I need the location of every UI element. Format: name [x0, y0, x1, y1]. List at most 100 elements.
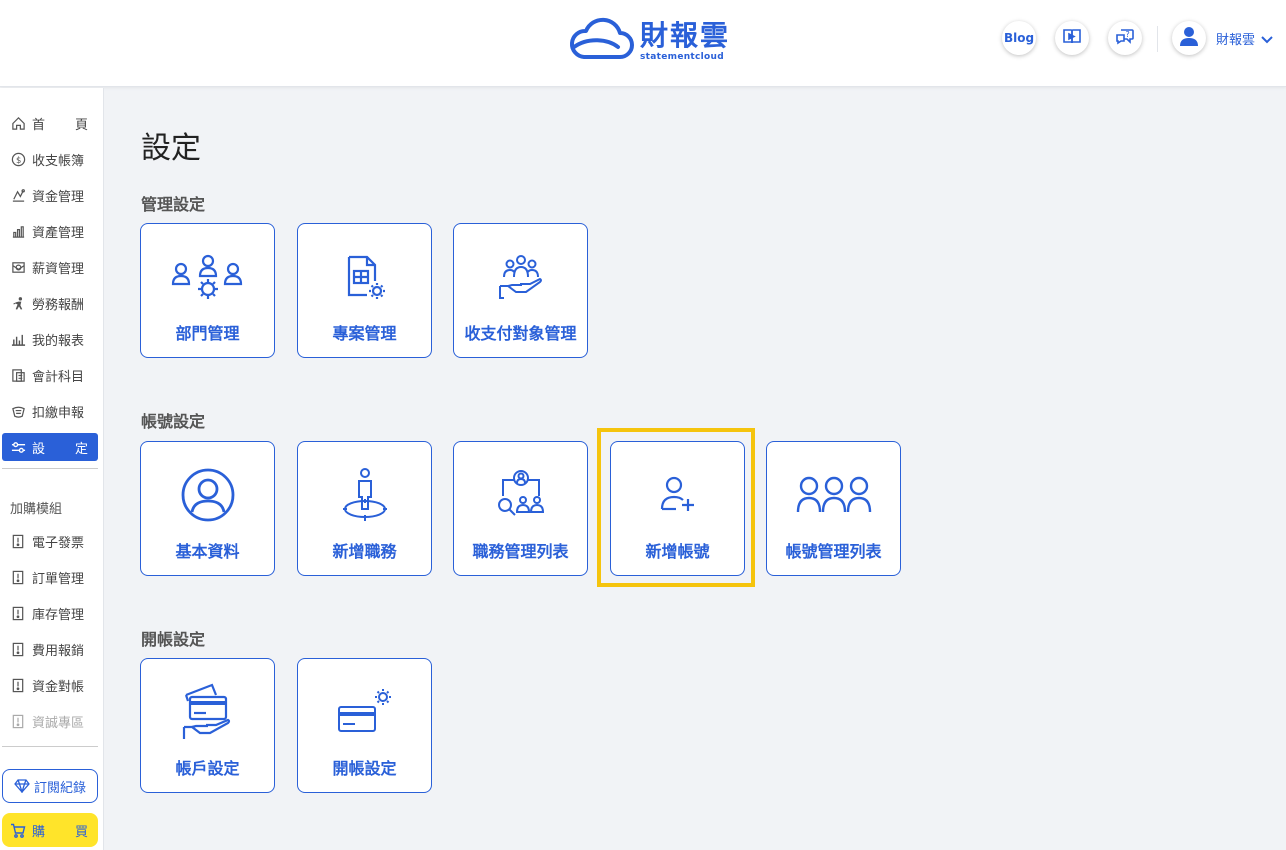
sidebar-item-label: 費用報銷: [32, 643, 85, 659]
sidebar-item-label: 資金管理: [32, 189, 85, 205]
sidebar-item-label: 我的報表: [32, 333, 85, 349]
add-role-icon: [298, 468, 431, 522]
role-list-icon: [454, 468, 587, 522]
account-card-icon: [141, 683, 274, 739]
module-icon: [10, 641, 26, 657]
sidebar-item-label: 收支帳簿: [32, 153, 85, 169]
card-basic-profile[interactable]: 基本資料: [140, 441, 275, 576]
card-account-list[interactable]: 帳號管理列表: [766, 441, 901, 576]
avatar: [1172, 21, 1206, 55]
sidebar-item-expenses[interactable]: 費用報銷: [2, 635, 98, 663]
sidebar-item-my-reports[interactable]: 我的報表: [2, 325, 98, 353]
sidebar-item-accounts[interactable]: 會計科目: [2, 361, 98, 389]
card-account-settings[interactable]: 帳戶設定: [140, 658, 275, 793]
logo-chinese: 財報雲: [640, 19, 731, 52]
department-icon: [141, 250, 274, 304]
profile-icon: [141, 468, 274, 522]
buy-button[interactable]: 購買: [2, 813, 98, 847]
sidebar-item-reconciliation[interactable]: 資金對帳: [2, 671, 98, 699]
sidebar-item-label: 設: [32, 441, 46, 457]
video-book-icon: [1062, 27, 1082, 49]
video-tutorial-button[interactable]: [1055, 21, 1089, 55]
sidebar-item-label: 資金對帳: [32, 679, 85, 695]
user-list-icon: [767, 468, 900, 522]
user-menu[interactable]: 財報雲: [1172, 21, 1273, 55]
funds-icon: [10, 187, 26, 203]
coin-icon: $: [10, 151, 26, 167]
sidebar-item-label: 頁: [74, 117, 88, 133]
sidebar-item-label: 定: [74, 441, 88, 457]
home-icon: [10, 115, 26, 131]
assets-icon: [10, 223, 26, 239]
withholding-icon: [10, 403, 26, 419]
sidebar-item-funds[interactable]: 資金管理: [2, 181, 98, 209]
subscription-history-button[interactable]: 訂閱紀錄: [2, 769, 98, 803]
buy-label: 買: [74, 824, 88, 840]
section-title-opening: 開帳設定: [141, 630, 206, 649]
logo-english: statementcloud: [640, 52, 724, 62]
card-department-management[interactable]: 部門管理: [140, 223, 275, 358]
top-header: 財報雲 statementcloud Blog ? 財報雲: [0, 0, 1286, 87]
card-label: 帳戶設定: [175, 759, 240, 778]
sidebar-item-pwc-zone: 資誠專區: [2, 707, 98, 735]
sidebar-item-label: 庫存管理: [32, 607, 85, 623]
logo[interactable]: 財報雲 statementcloud: [568, 17, 731, 67]
card-label: 專案管理: [332, 324, 397, 343]
sidebar-item-settings[interactable]: 設定: [2, 433, 98, 461]
highlight-box: [597, 428, 755, 587]
card-add-role[interactable]: 新增職務: [297, 441, 432, 576]
module-icon: [10, 677, 26, 693]
subscription-label: 訂閱紀錄: [33, 780, 86, 796]
section-title-account: 帳號設定: [141, 412, 206, 431]
sidebar-divider: [2, 746, 98, 747]
sidebar-item-label: 電子發票: [32, 535, 85, 551]
blog-button[interactable]: Blog: [1002, 21, 1036, 55]
sidebar-item-orders[interactable]: 訂單管理: [2, 563, 98, 591]
sidebar-item-inventory[interactable]: 庫存管理: [2, 599, 98, 627]
svg-text:$: $: [15, 154, 20, 164]
header-divider: [1157, 26, 1158, 52]
card-label: 新增職務: [332, 542, 397, 561]
sidebar-item-label: 扣繳申報: [32, 405, 85, 421]
sidebar: 首頁 $ 收支帳簿 資金管理 資產管理 薪資管理 勞務報酬 我的報表 會計科目 …: [0, 88, 104, 850]
project-icon: [298, 250, 431, 304]
sidebar-item-label: 勞務報酬: [32, 297, 85, 313]
cloud-logo-icon: [568, 17, 636, 67]
labor-icon: [10, 295, 26, 311]
chevron-down-icon: [1261, 29, 1273, 48]
card-label: 職務管理列表: [472, 542, 569, 561]
sidebar-item-ledger-book[interactable]: $ 收支帳簿: [2, 145, 98, 173]
module-icon: [10, 533, 26, 549]
sidebar-item-salary[interactable]: 薪資管理: [2, 253, 98, 281]
card-project-management[interactable]: 專案管理: [297, 223, 432, 358]
sidebar-item-label: 資誠專區: [32, 715, 85, 731]
cart-icon: [10, 823, 26, 838]
user-icon: [1179, 25, 1199, 51]
user-name: 財報雲: [1216, 32, 1256, 48]
page-title: 設定: [141, 131, 201, 166]
buy-label: 購: [32, 824, 46, 840]
card-label: 基本資料: [175, 542, 240, 561]
diamond-icon: [14, 779, 30, 793]
card-label: 開帳設定: [332, 759, 397, 778]
opening-card-icon: [298, 685, 431, 739]
module-icon: [10, 713, 26, 729]
sidebar-item-home[interactable]: 首頁: [2, 109, 98, 137]
module-icon: [10, 605, 26, 621]
sidebar-divider: [2, 468, 98, 469]
chat-question-icon: ?: [1115, 26, 1135, 50]
card-opening-settings[interactable]: 開帳設定: [297, 658, 432, 793]
report-icon: [10, 331, 26, 347]
card-payee-management[interactable]: 收支付對象管理: [453, 223, 588, 358]
sidebar-item-labor[interactable]: 勞務報酬: [2, 289, 98, 317]
help-chat-button[interactable]: ?: [1108, 21, 1142, 55]
sidebar-item-label: 薪資管理: [32, 261, 85, 277]
card-label: 收支付對象管理: [464, 324, 577, 343]
section-title-management: 管理設定: [141, 195, 206, 214]
module-icon: [10, 569, 26, 585]
sidebar-item-assets[interactable]: 資產管理: [2, 217, 98, 245]
sidebar-item-label: 首: [32, 117, 46, 133]
card-role-list[interactable]: 職務管理列表: [453, 441, 588, 576]
sidebar-item-withholding[interactable]: 扣繳申報: [2, 397, 98, 425]
sidebar-item-e-invoice[interactable]: 電子發票: [2, 527, 98, 555]
